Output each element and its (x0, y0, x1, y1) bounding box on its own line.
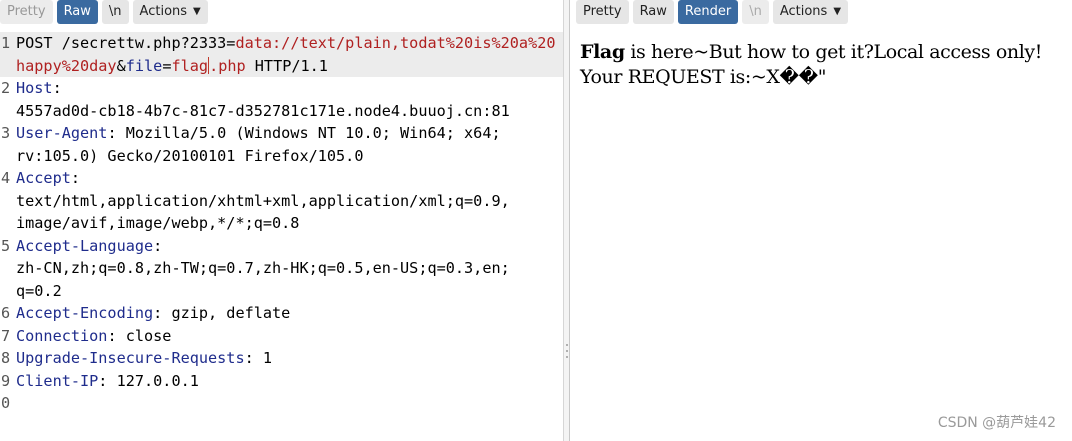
editor-line[interactable]: 8 Upgrade-Insecure-Requests: 1 (0, 347, 563, 370)
editor-line[interactable]: 2 Host: 4557ad0d-cb18-4b7c-81c7-d352781c1… (0, 77, 563, 122)
line-text: User-Agent: Mozilla/5.0 (Windows NT 10.0… (15, 122, 563, 167)
request-toolbar: Pretty Raw \n Actions ▼ (0, 0, 208, 24)
editor-line[interactable]: 7 Connection: close (0, 325, 563, 348)
render-line-2: Your REQUEST is:~X��" (580, 66, 827, 88)
line-segment: & (116, 56, 126, 75)
line-segment: : text/html,application/xhtml+xml,applic… (16, 169, 510, 232)
line-number: 7 (1, 326, 11, 345)
tab-raw[interactable]: Raw (56, 0, 98, 24)
chevron-down-icon: ▼ (833, 6, 842, 17)
line-number: 6 (1, 304, 11, 322)
line-text: Accept: text/html,application/xhtml+xml,… (15, 167, 563, 235)
response-panel: Pretty Raw Render \n Actions ▼ Flag is h… (569, 0, 1072, 441)
header-name: Accept-Encoding (16, 304, 154, 322)
line-number: 5 (1, 236, 11, 255)
render-text: is here~But how to get it?Local access o… (624, 41, 1042, 63)
line-segment: POST /secrettw.php?2333= (16, 34, 236, 52)
param-value: flag (171, 56, 209, 75)
grip-dot (566, 356, 568, 358)
newline-toggle-button[interactable]: \n (742, 0, 769, 24)
line-text: Host: 4557ad0d-cb18-4b7c-81c7-d352781c17… (15, 77, 563, 122)
line-segment: : 1 (244, 349, 273, 367)
header-name: Accept (16, 169, 71, 187)
editor-line[interactable]: 6 Accept-Encoding: gzip, deflate (0, 302, 563, 325)
editor-line[interactable]: 3 User-Agent: Mozilla/5.0 (Windows NT 10.… (0, 122, 563, 167)
header-name: Connection (16, 326, 108, 345)
editor-line[interactable]: 9 Client-IP: 127.0.0.1 (0, 370, 563, 393)
actions-label: Actions (139, 4, 188, 19)
param-value: .php (209, 56, 246, 75)
editor-line[interactable]: 5 Accept-Language: zh-CN,zh;q=0.8,zh-TW;q… (0, 235, 563, 303)
watermark: CSDN @葫芦娃42 (937, 415, 1056, 431)
tab-pretty[interactable]: Pretty (0, 0, 53, 24)
chevron-down-icon: ▼ (193, 6, 201, 17)
line-text: Client-IP: 127.0.0.1 (15, 370, 563, 393)
tab-raw[interactable]: Raw (632, 0, 674, 24)
line-number: 9 (1, 371, 11, 390)
tab-render[interactable]: Render (677, 0, 739, 24)
grip-dot (566, 350, 568, 352)
actions-label: Actions (779, 4, 828, 19)
raw-request-editor[interactable]: 1 POST /secrettw.php?2333=data://text/pla… (0, 32, 563, 415)
render-bold-text: Flag (580, 41, 625, 63)
line-number: 4 (1, 169, 11, 187)
line-segment: : 127.0.0.1 (98, 371, 199, 390)
line-segment: : gzip, deflate (153, 304, 291, 322)
header-name: Upgrade-Insecure-Requests (16, 349, 245, 367)
line-number: 2 (1, 79, 11, 97)
line-text: Upgrade-Insecure-Requests: 1 (15, 347, 563, 370)
line-segment: : (52, 79, 62, 97)
editor-line[interactable]: 1 POST /secrettw.php?2333=data://text/pla… (0, 32, 563, 77)
editor-line[interactable]: 4 Accept: text/html,application/xhtml+xml… (0, 167, 563, 235)
line-number: 0 (1, 394, 11, 412)
tab-pretty[interactable]: Pretty (576, 0, 629, 24)
editor-line[interactable]: 0 (0, 392, 563, 415)
line-number: 8 (1, 349, 11, 367)
line-segment: : close (107, 326, 172, 345)
line-text: Connection: close (15, 325, 563, 348)
header-name: Client-IP (16, 371, 99, 390)
render-line-1: Flag is here~But how to get it?Local acc… (580, 40, 1042, 65)
grip-dot (566, 344, 568, 346)
header-name: file (125, 56, 163, 75)
line-text: POST /secrettw.php?2333=data://text/plai… (15, 32, 563, 77)
line-segment: HTTP/1.1 (245, 56, 328, 75)
line-text: Accept-Encoding: gzip, deflate (15, 302, 563, 325)
response-toolbar: Pretty Raw Render \n Actions ▼ (576, 0, 849, 24)
line-number: 3 (1, 124, 11, 142)
line-segment: 4557ad0d-cb18-4b7c-81c7-d352781c171e.nod… (16, 101, 510, 120)
request-panel: Pretty Raw \n Actions ▼ 1 POST /secrettw.… (0, 0, 563, 441)
header-name: Accept-Language (16, 236, 154, 255)
rendered-response: Flag is here~But how to get it?Local acc… (580, 40, 1042, 90)
actions-dropdown[interactable]: Actions ▼ (772, 0, 849, 24)
header-name: Host (16, 79, 53, 97)
line-number: 1 (1, 34, 11, 52)
header-name: User-Agent (16, 124, 108, 142)
actions-dropdown[interactable]: Actions ▼ (132, 0, 208, 24)
line-text: Accept-Language: zh-CN,zh;q=0.8,zh-TW;q=… (15, 235, 563, 303)
newline-toggle-button[interactable]: \n (101, 0, 129, 24)
